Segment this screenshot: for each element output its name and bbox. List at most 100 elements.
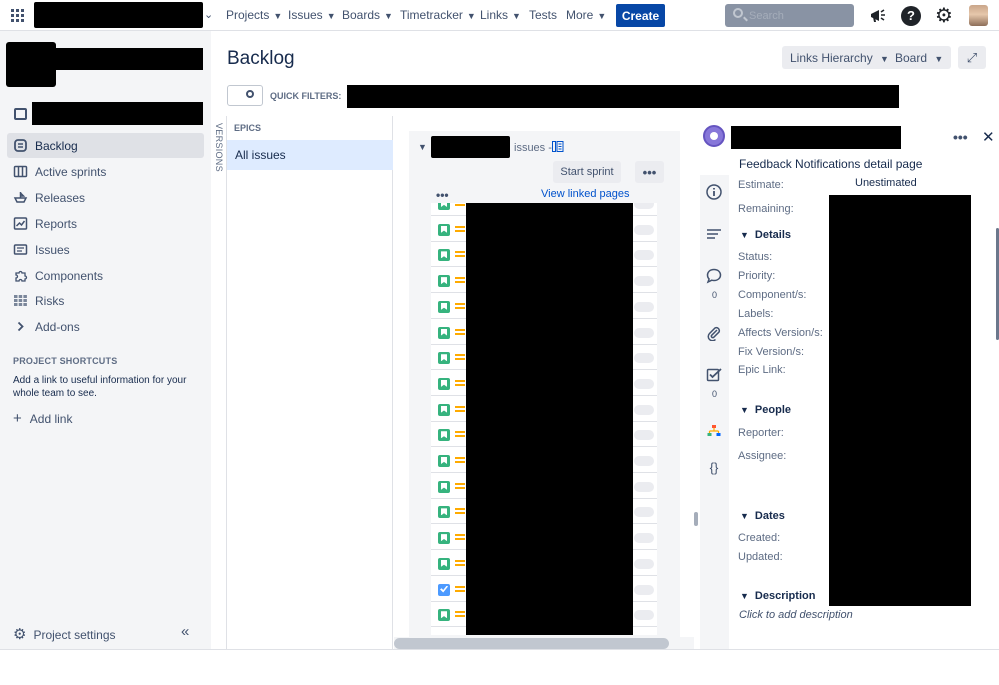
estimate-badge <box>634 558 654 569</box>
start-sprint-button[interactable]: Start sprint <box>553 161 621 183</box>
priority-medium-icon <box>455 379 465 382</box>
search-input[interactable] <box>749 7 849 24</box>
sprint-issue-count: issues - <box>514 142 552 154</box>
megaphone-icon[interactable] <box>868 6 888 26</box>
search-box[interactable] <box>725 4 854 27</box>
updated-label: Updated: <box>738 551 783 563</box>
chevron-down-icon[interactable]: ⌄ <box>204 8 213 21</box>
nav-projects-menu[interactable]: Projects ▼ <box>226 8 282 22</box>
story-type-icon <box>438 203 450 210</box>
nav-more-menu[interactable]: More ▼ <box>566 8 606 22</box>
nav-timetracker-menu[interactable]: Timetracker ▼ <box>400 8 476 22</box>
reporter-label: Reporter: <box>738 427 784 439</box>
details-section-toggle[interactable]: ▼ Details <box>740 229 791 241</box>
story-type-icon <box>438 609 450 622</box>
comment-icon[interactable] <box>706 268 722 284</box>
sidebar-item-label: Active sprints <box>35 165 107 179</box>
priority-medium-icon <box>455 354 465 357</box>
nav-tests-link[interactable]: Tests <box>529 8 557 22</box>
remaining-label: Remaining: <box>738 203 794 215</box>
page-title: Backlog <box>227 48 295 69</box>
epics-heading: EPICS <box>234 123 262 133</box>
details-heading: Details <box>754 229 791 241</box>
info-icon[interactable] <box>706 184 722 200</box>
sidebar-item-components[interactable]: Components <box>7 263 204 288</box>
priority-medium-icon <box>455 328 465 331</box>
sidebar-item-active-sprints[interactable]: Active sprints <box>7 159 204 184</box>
chevron-down-icon: ▼ <box>740 405 749 415</box>
chevron-down-icon: ▼ <box>326 11 336 21</box>
close-icon[interactable]: ✕ <box>982 128 995 146</box>
sidebar-item-reports[interactable]: Reports <box>7 211 204 236</box>
more-icon[interactable]: ••• <box>436 188 449 202</box>
sprint-name-redacted[interactable] <box>431 136 510 158</box>
dates-heading: Dates <box>754 510 785 522</box>
comments-count: 0 <box>712 290 718 300</box>
user-avatar[interactable] <box>969 5 988 26</box>
more-icon[interactable]: ••• <box>953 129 968 145</box>
settings-gear-icon[interactable]: ⚙ <box>934 6 954 26</box>
links-hierarchy-button[interactable]: Links Hierarchy ▼ <box>782 46 897 69</box>
add-link-button[interactable]: + Add link <box>13 410 72 427</box>
hierarchy-icon[interactable] <box>706 423 722 439</box>
sprint-more-button[interactable]: ••• <box>635 161 664 183</box>
quick-filters-redacted[interactable] <box>347 85 899 108</box>
project-name-redacted[interactable] <box>56 48 203 70</box>
fix-version-label: Fix Version/s: <box>738 346 805 358</box>
quick-filter-search[interactable] <box>227 85 263 106</box>
project-settings-link[interactable]: ⚙ Project settings <box>13 625 116 643</box>
site-logo-redacted[interactable] <box>34 2 203 28</box>
nav-issues-menu[interactable]: Issues ▼ <box>288 8 336 22</box>
fullscreen-button[interactable]: ⤢ <box>958 46 986 69</box>
priority-medium-icon <box>455 251 465 254</box>
nav-label: Timetracker <box>400 8 463 22</box>
people-section-toggle[interactable]: ▼ People <box>740 404 791 416</box>
linked-pages-icon[interactable] <box>552 141 564 152</box>
board-button[interactable]: Board ▼ <box>887 46 952 69</box>
issue-avatar <box>703 125 725 147</box>
chevron-down-icon: ▼ <box>740 511 749 521</box>
versions-panel-toggle[interactable]: VERSIONS <box>211 116 227 650</box>
project-avatar-redacted[interactable] <box>6 42 56 87</box>
dates-section-toggle[interactable]: ▼ Dates <box>740 510 785 522</box>
checklist-icon[interactable] <box>706 367 722 383</box>
description-section-toggle[interactable]: ▼ Description <box>740 590 815 602</box>
sidebar-item-add-ons[interactable]: Add-ons <box>7 314 204 339</box>
paperclip-icon[interactable] <box>706 325 722 341</box>
resize-handle[interactable] <box>694 512 698 526</box>
description-placeholder[interactable]: Click to add description <box>739 609 853 621</box>
backlog-icon <box>14 139 27 152</box>
nav-links-menu[interactable]: Links ▼ <box>480 8 521 22</box>
sidebar-item-releases[interactable]: Releases <box>7 185 204 210</box>
project-shortcuts-text: Add a link to useful information for you… <box>13 375 187 399</box>
text-lines-icon[interactable] <box>706 227 722 243</box>
chevron-down-icon: ▼ <box>273 11 283 21</box>
estimate-value[interactable]: Unestimated <box>855 177 917 189</box>
created-label: Created: <box>738 532 781 544</box>
create-button[interactable]: Create <box>616 4 665 27</box>
board-name-redacted[interactable] <box>32 102 203 125</box>
sidebar-item-label: Backlog <box>35 139 78 153</box>
priority-medium-icon <box>455 611 465 614</box>
view-linked-pages-link[interactable]: View linked pages <box>541 188 629 200</box>
estimate-badge <box>634 481 654 492</box>
code-braces-icon[interactable]: {} <box>706 460 722 476</box>
gear-icon: ⚙ <box>13 626 27 643</box>
top-navigation-bar: ⌄ Projects ▼ Issues ▼ Boards ▼ Timetracker ▼… <box>0 0 999 31</box>
issue-title[interactable]: Feedback Notifications detail page <box>739 157 922 171</box>
sidebar-item-risks[interactable]: Risks <box>7 288 204 313</box>
chevron-down-icon[interactable]: ▼ <box>418 142 427 152</box>
sidebar-item-backlog[interactable]: Backlog <box>7 133 204 158</box>
nav-boards-menu[interactable]: Boards ▼ <box>342 8 393 22</box>
issue-key-redacted[interactable] <box>731 126 901 149</box>
all-issues-item[interactable]: All issues <box>227 140 393 170</box>
app-switcher-icon[interactable] <box>11 9 25 23</box>
help-icon[interactable]: ? <box>901 6 921 26</box>
collapse-sidebar-icon[interactable]: « <box>181 623 189 640</box>
horizontal-scrollbar-thumb[interactable] <box>394 638 669 649</box>
sidebar-item-issues[interactable]: Issues <box>7 237 204 262</box>
estimate-badge <box>634 203 654 209</box>
nav-label: Projects <box>226 8 270 22</box>
story-type-icon <box>438 480 450 493</box>
expand-icon: ⤢ <box>966 49 978 65</box>
